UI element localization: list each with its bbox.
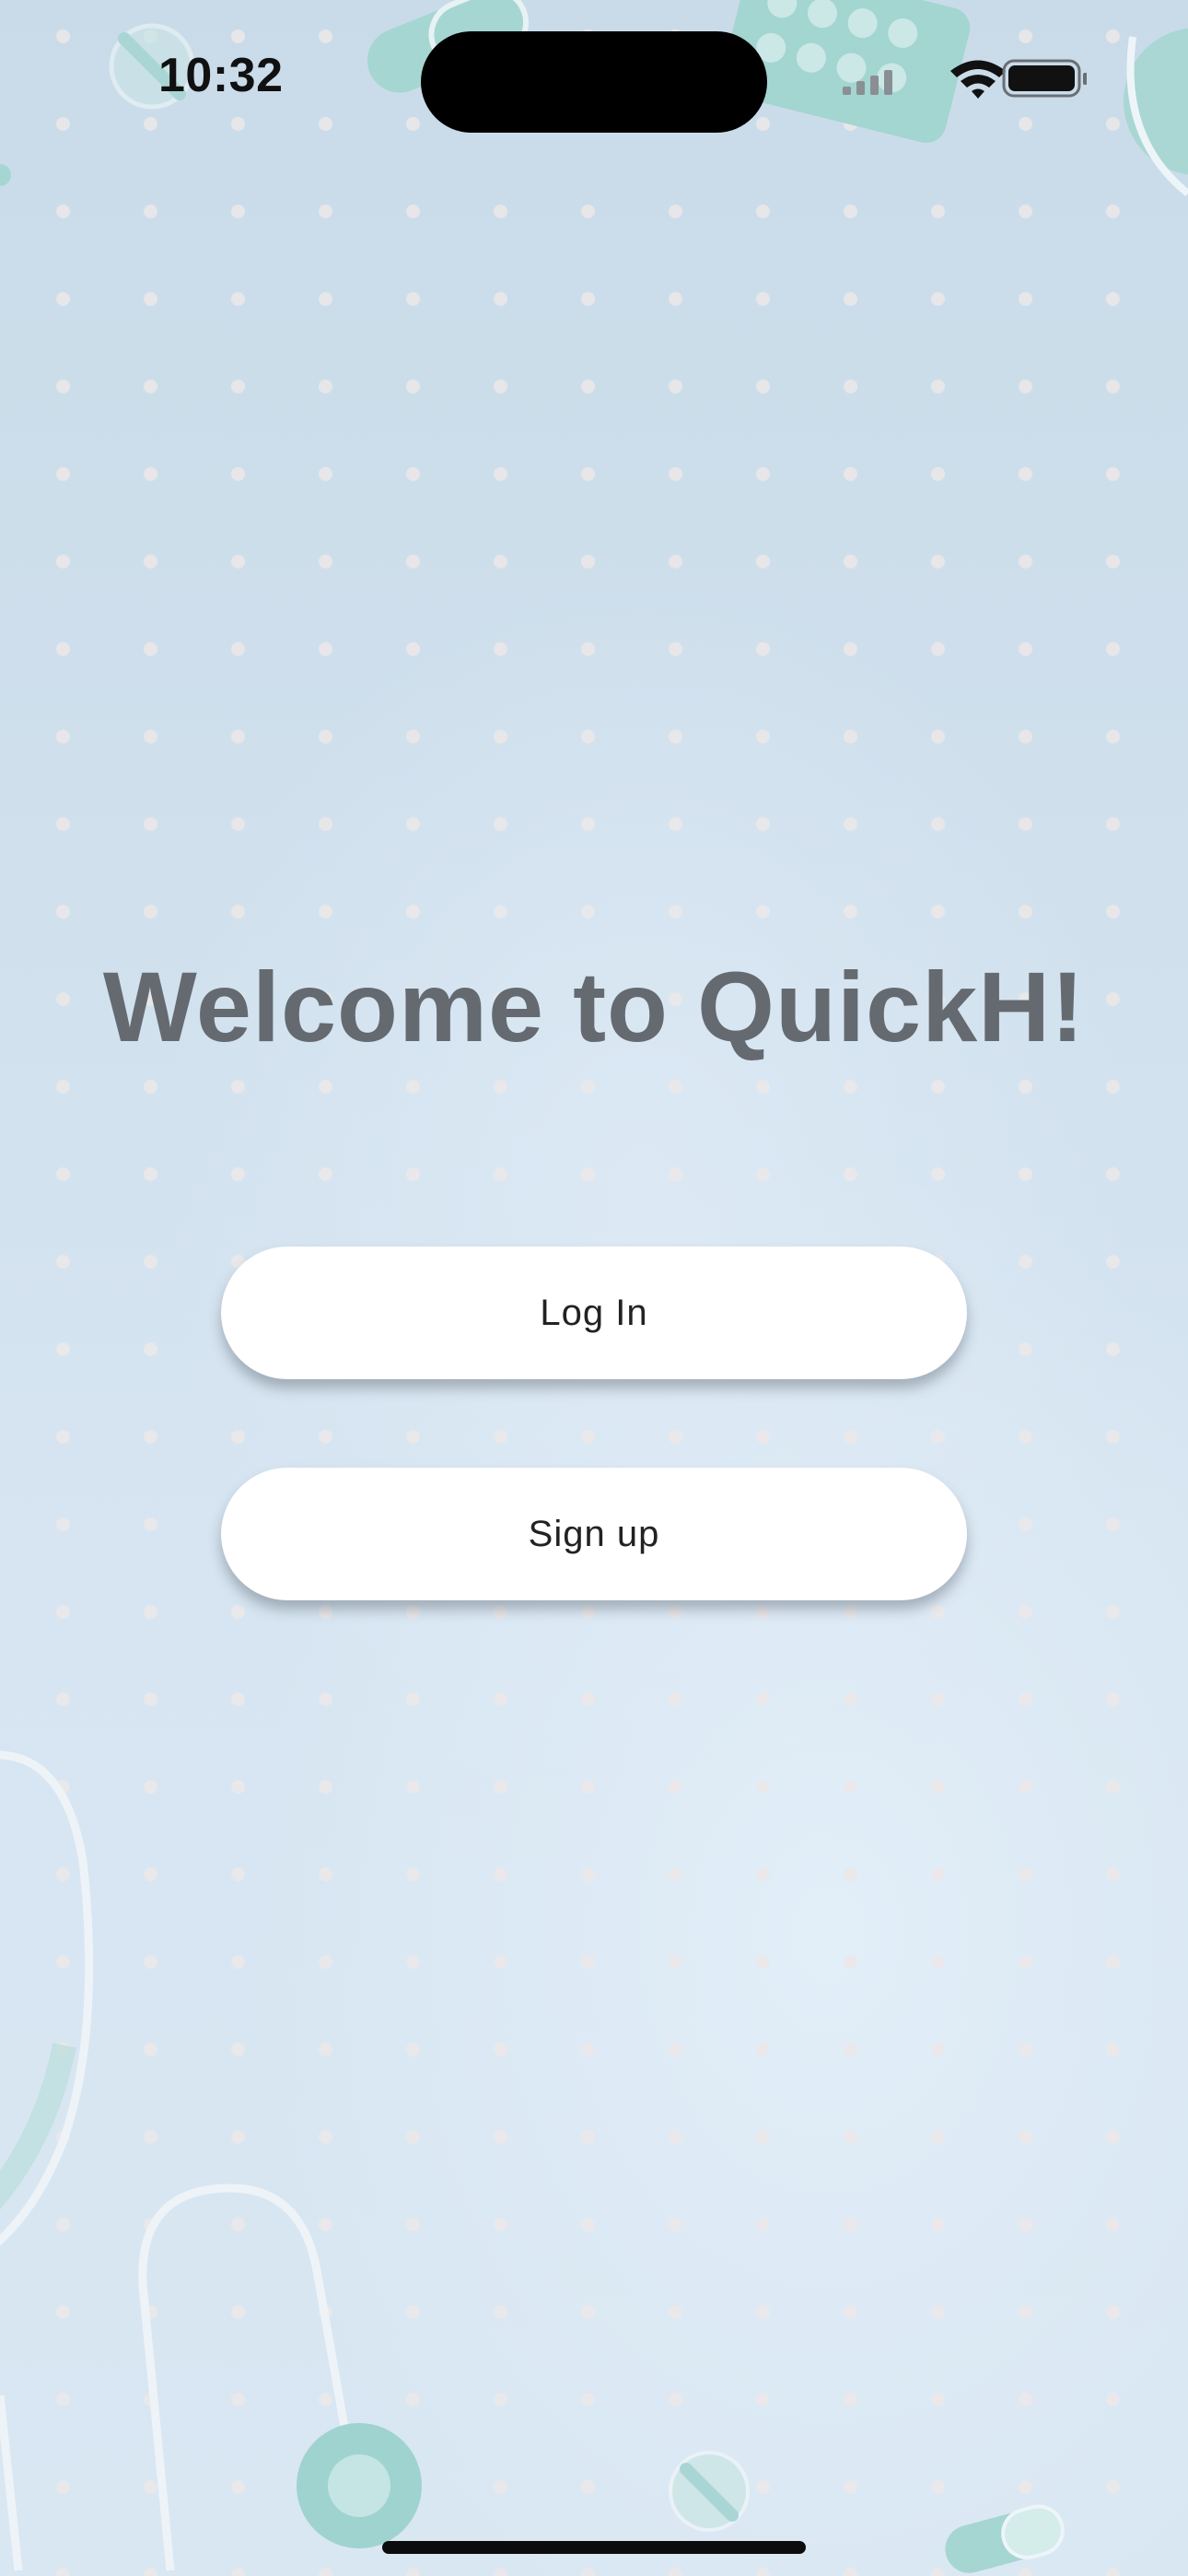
welcome-title: Welcome to QuickH! [102,951,1086,1062]
signup-button[interactable]: Sign up [221,1468,967,1600]
home-indicator[interactable] [382,2541,806,2554]
pill-circle-top-right-icon [1124,28,1188,197]
decor-dot-icon [0,164,11,186]
welcome-screen: 10:32 Welcome to QuickH! Log In Sign up [0,0,1188,2576]
login-button[interactable]: Log In [221,1247,967,1379]
capsule-bottom-right-icon [945,2504,1065,2573]
pill-donut-icon [297,2423,422,2548]
pill-circle-bottom-icon [669,2451,750,2532]
login-button-label: Log In [540,1292,648,1333]
wifi-icon [950,60,1006,99]
dynamic-island [421,31,767,133]
status-bar-time: 10:32 [158,49,284,102]
signup-button-label: Sign up [528,1513,660,1554]
capsule-outline-left-icon [0,1751,94,2246]
capsule-outline-bottom-icon [0,2184,350,2571]
cellular-signal-icon [843,70,892,95]
battery-icon [1002,59,1087,98]
status-bar-indicators [843,59,1087,99]
